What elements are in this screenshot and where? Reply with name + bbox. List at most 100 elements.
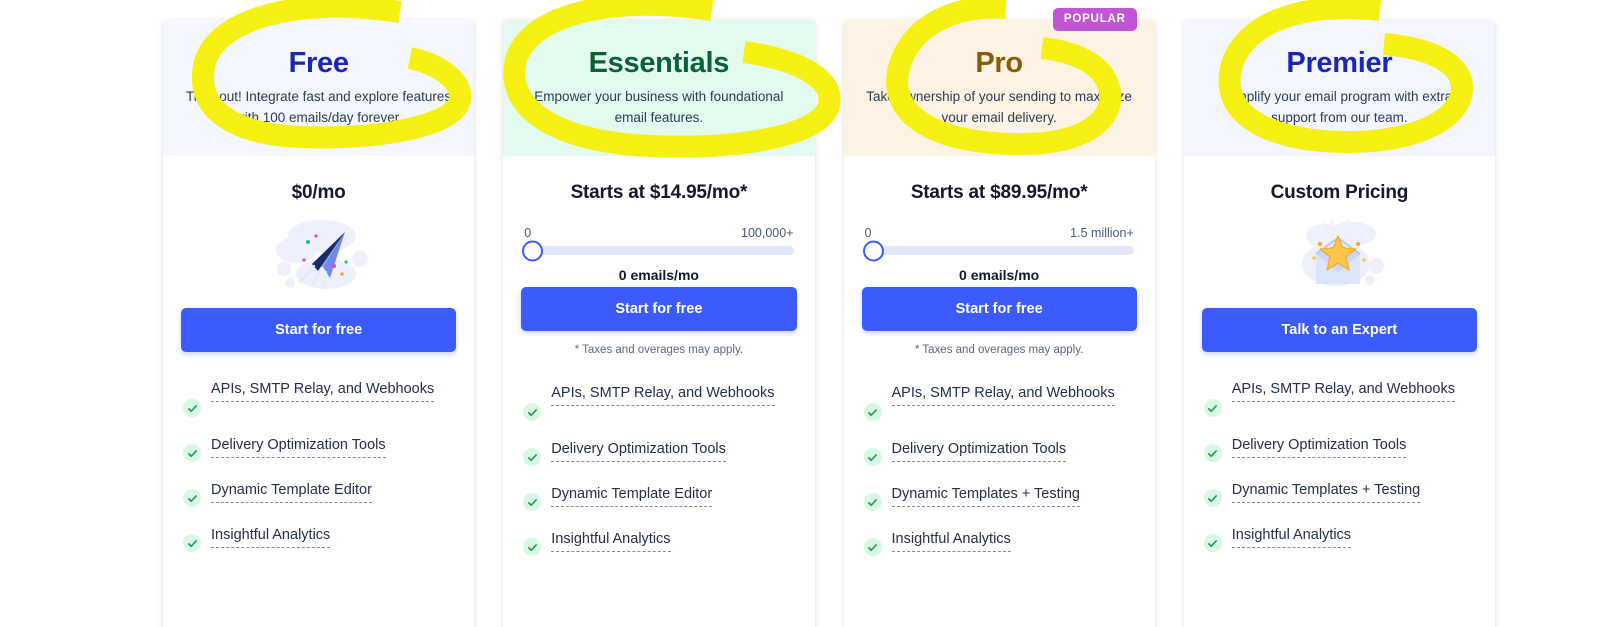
slider-range-labels: 0 1.5 million+ [865, 226, 1134, 240]
slider-thumb[interactable] [862, 240, 884, 261]
check-icon [183, 489, 201, 507]
slider-track[interactable] [522, 240, 794, 261]
feature-item[interactable]: Insightful Analytics [863, 528, 1135, 556]
feature-label: APIs, SMTP Relay, and Webhooks [1231, 378, 1455, 403]
check-icon [1203, 489, 1222, 507]
slider-value-label: 0 emails/mo [618, 267, 699, 283]
check-icon [183, 399, 201, 417]
feature-item[interactable]: Delivery Optimization Tools [1203, 434, 1475, 462]
feature-list-essentials: APIs, SMTP Relay, and Webhooks Delivery … [521, 382, 796, 556]
free-plan-header: Free Try it out! Integrate fast and expl… [163, 20, 475, 156]
price-pro: Starts at $89.95/mo* [910, 182, 1088, 203]
feature-list-free: APIs, SMTP Relay, and Webhooks Delivery … [181, 378, 456, 552]
volume-slider-pro[interactable]: 0 1.5 million+ 0 emails/mo [862, 212, 1137, 283]
slider-min-label: 0 [864, 226, 872, 240]
feature-item[interactable]: Delivery Optimization Tools [523, 438, 794, 466]
slider-value-label: 0 emails/mo [959, 267, 1040, 283]
check-icon [183, 444, 201, 462]
check-icon [523, 448, 542, 466]
feature-item[interactable]: Delivery Optimization Tools [183, 434, 454, 462]
essentials-plan-body: Starts at $14.95/mo* 0 100,000+ 0 emails… [503, 156, 815, 627]
feature-item[interactable]: Insightful Analytics [183, 524, 454, 552]
feature-label: Insightful Analytics [211, 524, 331, 549]
feature-item[interactable]: Delivery Optimization Tools [863, 438, 1135, 466]
feature-label: Dynamic Templates + Testing [891, 483, 1080, 508]
plan-description-pro: Take ownership of your sending to maximi… [866, 89, 1132, 126]
feature-label: APIs, SMTP Relay, and Webhooks [211, 378, 435, 403]
feature-item[interactable]: Dynamic Templates + Testing [863, 483, 1135, 511]
envelope-star-illustration [1202, 212, 1477, 294]
feature-label: Delivery Optimization Tools [211, 434, 386, 459]
pricing-page: Free Try it out! Integrate fast and expl… [0, 0, 1602, 627]
feature-item[interactable]: Dynamic Template Editor [183, 479, 454, 507]
cta-button-free[interactable]: Start for free [181, 308, 457, 352]
slider-track[interactable] [862, 240, 1134, 261]
slider-range-labels: 0 100,000+ [524, 226, 793, 240]
check-icon [1203, 534, 1222, 552]
price-free: $0/mo [291, 182, 346, 203]
fineprint-pro: * Taxes and overages may apply. [914, 344, 1084, 356]
check-icon [863, 403, 882, 421]
cta-button-premier[interactable]: Talk to an Expert [1201, 308, 1477, 352]
feature-label: APIs, SMTP Relay, and Webhooks [551, 382, 775, 407]
plan-name-premier: Premier [1286, 47, 1393, 79]
feature-label: Dynamic Templates + Testing [1231, 479, 1421, 504]
check-icon [1203, 399, 1222, 417]
premier-plan-header: Premier Amplify your email program with … [1183, 20, 1495, 156]
pro-plan-body: Starts at $89.95/mo* 0 1.5 million+ 0 em… [843, 156, 1155, 627]
pricing-card-essentials: Essentials Empower your business with fo… [503, 20, 815, 627]
feature-label: APIs, SMTP Relay, and Webhooks [891, 382, 1115, 407]
plan-name-essentials: Essentials [588, 47, 730, 79]
paper-plane-illustration [181, 212, 456, 294]
slider-thumb[interactable] [522, 240, 544, 261]
volume-slider-essentials[interactable]: 0 100,000+ 0 emails/mo [521, 212, 796, 283]
feature-item[interactable]: Dynamic Templates + Testing [1203, 479, 1475, 507]
cta-button-pro[interactable]: Start for free [861, 287, 1137, 331]
feature-list-pro: APIs, SMTP Relay, and Webhooks Delivery … [862, 382, 1137, 556]
plan-description-free: Try it out! Integrate fast and explore f… [186, 89, 452, 126]
pricing-card-grid: Free Try it out! Integrate fast and expl… [163, 8, 1495, 627]
slider-min-label: 0 [524, 226, 532, 240]
pro-plan-header: POPULAR Pro Take ownership of your sendi… [843, 8, 1155, 156]
plan-description-essentials: Empower your business with foundational … [534, 89, 784, 126]
feature-list-premier: APIs, SMTP Relay, and Webhooks Delivery … [1202, 378, 1477, 552]
slider-max-label: 100,000+ [741, 226, 794, 240]
check-icon [863, 538, 882, 556]
price-essentials: Starts at $14.95/mo* [570, 182, 748, 203]
free-plan-body: $0/mo Start for free APIs, SMTP Relay, a… [163, 156, 475, 627]
feature-item[interactable]: APIs, SMTP Relay, and Webhooks [183, 378, 454, 417]
feature-label: Delivery Optimization Tools [1231, 434, 1407, 459]
plan-description-premier: Amplify your email program with extra su… [1226, 89, 1453, 126]
check-icon [523, 403, 542, 421]
check-icon [183, 534, 201, 552]
feature-item[interactable]: APIs, SMTP Relay, and Webhooks [863, 382, 1135, 421]
feature-item[interactable]: Insightful Analytics [523, 528, 794, 556]
price-premier: Custom Pricing [1270, 182, 1409, 203]
feature-label: Dynamic Template Editor [551, 483, 713, 508]
feature-item[interactable]: Insightful Analytics [1203, 524, 1475, 552]
check-icon [523, 493, 542, 511]
feature-label: Delivery Optimization Tools [891, 438, 1067, 463]
feature-label: Delivery Optimization Tools [551, 438, 726, 463]
feature-item[interactable]: Dynamic Template Editor [523, 483, 794, 511]
plan-name-free: Free [288, 47, 349, 79]
pricing-card-free: Free Try it out! Integrate fast and expl… [163, 20, 475, 627]
status-badge-popular: POPULAR [1052, 8, 1137, 31]
essentials-plan-header: Essentials Empower your business with fo… [503, 20, 815, 156]
feature-label: Insightful Analytics [891, 528, 1011, 553]
feature-label: Insightful Analytics [551, 528, 671, 553]
feature-label: Insightful Analytics [1231, 524, 1352, 549]
pricing-card-premier: Premier Amplify your email program with … [1183, 20, 1495, 627]
slider-max-label: 1.5 million+ [1070, 226, 1134, 240]
feature-item[interactable]: APIs, SMTP Relay, and Webhooks [523, 382, 794, 421]
check-icon [1203, 444, 1222, 462]
check-icon [863, 493, 882, 511]
cta-button-essentials[interactable]: Start for free [521, 287, 797, 331]
fineprint-essentials: * Taxes and overages may apply. [574, 344, 744, 356]
plan-name-pro: Pro [975, 47, 1023, 79]
check-icon [523, 538, 542, 556]
check-icon [863, 448, 882, 466]
pricing-card-pro: POPULAR Pro Take ownership of your sendi… [843, 8, 1155, 627]
feature-item[interactable]: APIs, SMTP Relay, and Webhooks [1203, 378, 1475, 417]
feature-label: Dynamic Template Editor [211, 479, 372, 504]
